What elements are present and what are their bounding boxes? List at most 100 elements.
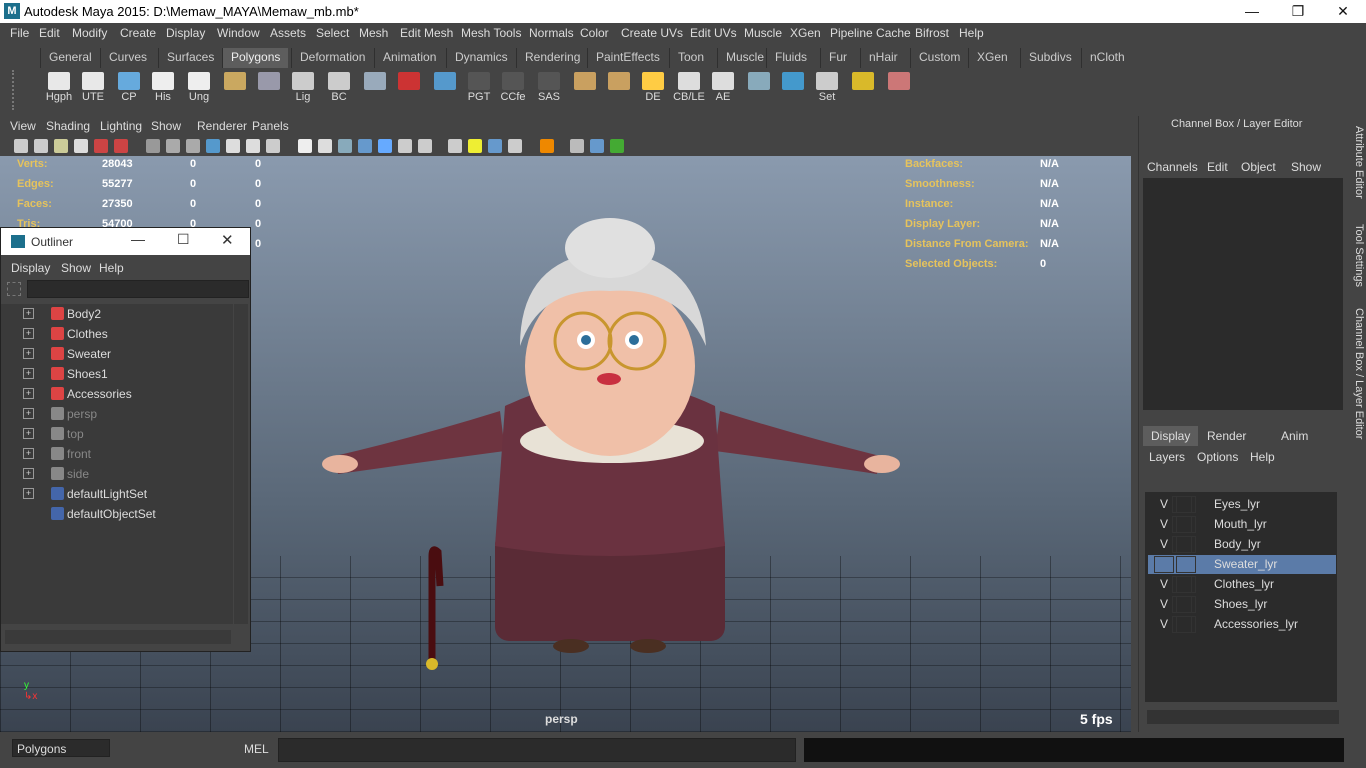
outliner-menu-show[interactable]: Show	[61, 261, 91, 275]
menu-edit-mesh[interactable]: Edit Mesh	[400, 26, 453, 40]
shelf-tab-rendering[interactable]: Rendering	[516, 48, 588, 68]
shelf-tab-animation[interactable]: Animation	[374, 48, 444, 68]
panel-tool-8-icon[interactable]	[186, 139, 200, 153]
shelf-button-ccfe[interactable]: CCfe	[496, 72, 530, 108]
shelf-tab-polygons[interactable]: Polygons	[222, 48, 289, 68]
panel-tool-22-icon[interactable]	[488, 139, 502, 153]
shelf-button-de[interactable]: DE	[636, 72, 670, 108]
panel-tool-6-icon[interactable]	[146, 139, 160, 153]
expand-icon[interactable]: +	[23, 468, 34, 479]
panel-tool-17-icon[interactable]	[378, 139, 392, 153]
playback-toggle[interactable]	[1154, 556, 1174, 573]
channel-box-layer-editor[interactable]: Channel Box / Layer Editor Channels Edit O…	[1138, 116, 1348, 732]
menu-mesh[interactable]: Mesh	[359, 26, 388, 40]
visibility-toggle[interactable]: V	[1154, 537, 1174, 551]
layer-tab-anim[interactable]: Anim	[1273, 426, 1316, 446]
outliner-item-clothes[interactable]: + Clothes	[5, 324, 233, 344]
menu-create-uvs[interactable]: Create UVs	[621, 26, 683, 40]
panel-tool-25-icon[interactable]	[570, 139, 584, 153]
shelf-tab-nhair[interactable]: nHair	[860, 48, 906, 68]
type-toggle[interactable]	[1176, 576, 1196, 593]
outliner-menu-display[interactable]: Display	[11, 261, 50, 275]
shelf-button-tool-21[interactable]	[776, 72, 810, 108]
shelf-tab-deformation[interactable]: Deformation	[291, 48, 373, 68]
panel-menu-show[interactable]: Show	[151, 119, 181, 133]
panel-tool-27-icon[interactable]	[610, 139, 624, 153]
menu-normals[interactable]: Normals	[529, 26, 574, 40]
expand-icon[interactable]: +	[23, 488, 34, 499]
shelf-tab-fur[interactable]: Fur	[820, 48, 855, 68]
menu-help[interactable]: Help	[959, 26, 984, 40]
outliner-tree[interactable]: + Body2 + Clothes + Sweater + Shoes1 + Accessorie…	[1, 304, 233, 624]
shelf-button-cb-le[interactable]: CB/LE	[672, 72, 706, 108]
shelf-button-ute[interactable]: UTE	[76, 72, 110, 108]
shelf-tab-fluids[interactable]: Fluids	[766, 48, 815, 68]
shelf-button-tool-10[interactable]	[392, 72, 426, 108]
panel-tool-24-icon[interactable]	[540, 139, 554, 153]
layer-menu-layers[interactable]: Layers	[1149, 450, 1185, 464]
menu-bifrost[interactable]: Bifrost	[915, 26, 949, 40]
outliner-menu-help[interactable]: Help	[99, 261, 124, 275]
panel-tool-0-icon[interactable]	[14, 139, 28, 153]
shelf-button-tool-15[interactable]	[568, 72, 602, 108]
expand-icon[interactable]: +	[23, 388, 34, 399]
shelf-button-tool-11[interactable]	[428, 72, 462, 108]
menu-display[interactable]: Display	[166, 26, 205, 40]
shelf-tab-ncloth[interactable]: nCloth	[1081, 48, 1133, 68]
panel-tool-5-icon[interactable]	[114, 139, 128, 153]
mode-dropdown[interactable]: Polygons	[12, 739, 110, 757]
panel-menu-renderer[interactable]: Renderer	[197, 119, 247, 133]
layer-row-clothes-lyr[interactable]: V Clothes_lyr	[1148, 575, 1336, 594]
panel-tool-15-icon[interactable]	[338, 139, 352, 153]
type-toggle[interactable]	[1176, 516, 1196, 533]
shelf-button-tool-5[interactable]	[218, 72, 252, 108]
shelf-tab-xgen[interactable]: XGen	[968, 48, 1016, 68]
menu-create[interactable]: Create	[120, 26, 156, 40]
outliner-item-top[interactable]: + top	[5, 424, 233, 444]
layer-row-shoes-lyr[interactable]: V Shoes_lyr	[1148, 595, 1336, 614]
outliner-item-defaultlightset[interactable]: + defaultLightSet	[5, 484, 233, 504]
shelf-tab-general[interactable]: General	[40, 48, 100, 68]
script-language[interactable]: MEL	[244, 742, 269, 756]
expand-icon[interactable]: +	[23, 348, 34, 359]
panel-menu-lighting[interactable]: Lighting	[100, 119, 142, 133]
menu-assets[interactable]: Assets	[270, 26, 306, 40]
panel-tool-7-icon[interactable]	[166, 139, 180, 153]
minimize-button[interactable]: —	[1229, 0, 1275, 23]
type-toggle[interactable]	[1176, 596, 1196, 613]
side-tab-attribute-editor[interactable]: Attribute Editor	[1349, 126, 1365, 199]
channel-menu-channels[interactable]: Channels	[1147, 160, 1198, 174]
mel-command-input[interactable]	[278, 738, 796, 762]
outliner-hscrollbar[interactable]	[5, 630, 231, 644]
shelf-button-tool-20[interactable]	[742, 72, 776, 108]
menu-pipeline-cache[interactable]: Pipeline Cache	[830, 26, 911, 40]
panel-tool-13-icon[interactable]	[298, 139, 312, 153]
menu-color[interactable]: Color	[580, 26, 609, 40]
expand-icon[interactable]: +	[23, 308, 34, 319]
shelf-tab-painteffects[interactable]: PaintEffects	[587, 48, 668, 68]
maximize-button[interactable]: ☐	[177, 231, 190, 248]
expand-icon[interactable]: +	[23, 448, 34, 459]
outliner-item-front[interactable]: + front	[5, 444, 233, 464]
expand-icon[interactable]: +	[23, 328, 34, 339]
expand-icon[interactable]: +	[23, 368, 34, 379]
panel-tool-4-icon[interactable]	[94, 139, 108, 153]
menu-mesh-tools[interactable]: Mesh Tools	[461, 26, 521, 40]
shelf-handle[interactable]	[12, 70, 38, 110]
shelf-tab-muscle[interactable]: Muscle	[717, 48, 772, 68]
type-toggle[interactable]	[1176, 496, 1196, 513]
channel-menu-object[interactable]: Object	[1241, 160, 1276, 174]
shelf-button-tool-23[interactable]	[846, 72, 880, 108]
panel-tool-19-icon[interactable]	[418, 139, 432, 153]
layer-menu-options[interactable]: Options	[1197, 450, 1238, 464]
panel-tool-21-icon[interactable]	[468, 139, 482, 153]
panel-tool-12-icon[interactable]	[266, 139, 280, 153]
shelf-button-set[interactable]: Set	[810, 72, 844, 108]
panel-menu-panels[interactable]: Panels	[252, 119, 289, 133]
outliner-vscrollbar[interactable]	[234, 304, 248, 624]
panel-tool-18-icon[interactable]	[398, 139, 412, 153]
layer-row-eyes-lyr[interactable]: V Eyes_lyr	[1148, 495, 1336, 514]
close-button[interactable]: ✕	[1320, 0, 1366, 23]
panel-tool-16-icon[interactable]	[358, 139, 372, 153]
layer-tab-display[interactable]: Display	[1143, 426, 1199, 446]
